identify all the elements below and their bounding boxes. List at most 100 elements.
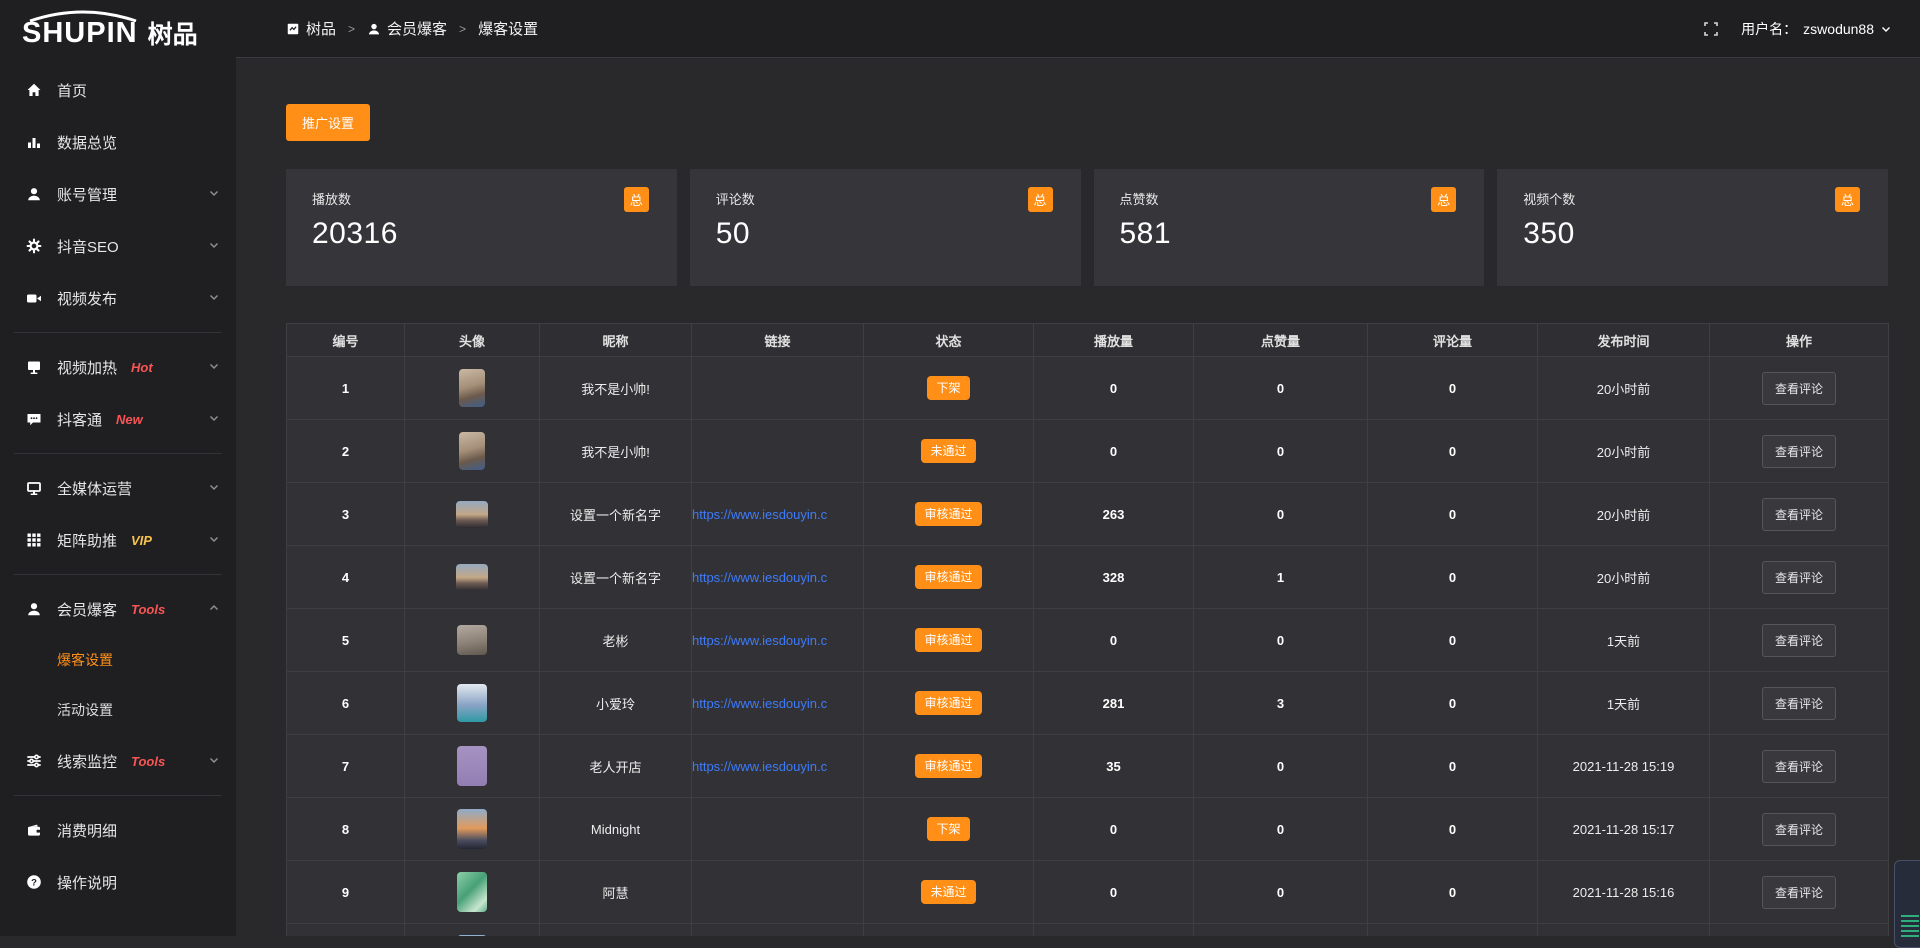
sidebar-item-video-heat[interactable]: 视频加热Hot	[0, 341, 236, 393]
sidebar-item-matrix-boost[interactable]: 矩阵助推VIP	[0, 514, 236, 566]
username-menu[interactable]: 用户名：zswodun88	[1741, 19, 1892, 39]
table-row: 3设置一个新名字https://www.iesdouyin.c审核通过26300…	[287, 483, 1889, 546]
nickname-cell: 老彬	[540, 609, 692, 672]
view-comments-button[interactable]: 查看评论	[1762, 498, 1836, 531]
sidebar-item-clue-monitor[interactable]: 线索监控Tools	[0, 735, 236, 787]
action-cell: 查看评论	[1710, 420, 1889, 483]
breadcrumb-user-icon	[367, 22, 381, 36]
avatar-cell	[405, 861, 540, 924]
sidebar-item-member-baoke[interactable]: 会员爆客Tools	[0, 583, 236, 635]
stat-value: 50	[716, 217, 1055, 251]
sidebar-item-data-overview[interactable]: 数据总览	[0, 116, 236, 168]
sidebar-item-consume-detail[interactable]: 消费明细	[0, 804, 236, 856]
link-cell	[692, 357, 864, 420]
status-badge: 审核通过	[915, 754, 981, 778]
question-icon: ?	[26, 874, 42, 890]
sidebar-item-douyin-seo[interactable]: 抖音SEO	[0, 220, 236, 272]
plays-cell: 0	[1034, 861, 1194, 924]
video-link[interactable]: https://www.iesdouyin.c	[692, 570, 827, 585]
row-id: 7	[287, 735, 405, 798]
status-cell: 审核通过	[864, 546, 1034, 609]
sidebar-item-douketong[interactable]: 抖客通 New	[0, 393, 236, 445]
link-cell: https://www.iesdouyin.c	[692, 672, 864, 735]
chevron-down-icon	[208, 533, 220, 545]
view-comments-button[interactable]: 查看评论	[1762, 750, 1836, 783]
likes-cell: 3	[1194, 672, 1368, 735]
floating-widget[interactable]	[1894, 860, 1920, 936]
status-cell: 下架	[864, 798, 1034, 861]
sidebar-item-label: 抖客通	[57, 409, 102, 430]
avatar-cell	[405, 420, 540, 483]
likes-cell: 0	[1194, 483, 1368, 546]
sidebar-item-all-media-operation[interactable]: 全媒体运营	[0, 462, 236, 514]
user-icon	[26, 186, 42, 202]
column-header: 发布时间	[1538, 324, 1710, 357]
sidebar-item-video-publish[interactable]: 视频发布	[0, 272, 236, 324]
promo-settings-button[interactable]: 推广设置	[286, 104, 370, 141]
total-badge: 总	[1028, 187, 1053, 212]
sidebar-subitem-label: 爆客设置	[57, 650, 113, 670]
sidebar-divider	[14, 332, 222, 333]
stat-label: 点赞数	[1120, 189, 1459, 208]
sidebar-item-tag: New	[116, 412, 143, 427]
sidebar-item-operation-guide[interactable]: ?操作说明	[0, 856, 236, 908]
sidebar-divider	[14, 453, 222, 454]
avatar	[457, 746, 487, 786]
table-row: 6小爱玲https://www.iesdouyin.c审核通过281301天前查…	[287, 672, 1889, 735]
view-comments-button[interactable]: 查看评论	[1762, 687, 1836, 720]
likes-cell: 0	[1194, 861, 1368, 924]
view-comments-button[interactable]: 查看评论	[1762, 813, 1836, 846]
status-badge: 审核通过	[915, 502, 981, 526]
sidebar-item-home[interactable]: 首页	[0, 64, 236, 116]
view-comments-button[interactable]: 查看评论	[1762, 561, 1836, 594]
video-link[interactable]: https://www.iesdouyin.c	[692, 696, 827, 711]
view-comments-button[interactable]: 查看评论	[1762, 435, 1836, 468]
table-row: 9阿慧未通过0002021-11-28 15:16查看评论	[287, 861, 1889, 924]
avatar-cell	[405, 735, 540, 798]
action-cell: 查看评论	[1710, 735, 1889, 798]
status-badge: 未通过	[921, 880, 975, 904]
plays-cell: 328	[1034, 546, 1194, 609]
column-header: 点赞量	[1194, 324, 1368, 357]
video-link[interactable]: https://www.iesdouyin.c	[692, 633, 827, 648]
avatar	[457, 872, 487, 912]
view-comments-button[interactable]: 查看评论	[1762, 372, 1836, 405]
brand-logo[interactable]: SHUPIN 树品	[0, 0, 236, 58]
sidebar-item-label: 视频加热	[57, 357, 117, 378]
home-crumb[interactable]: 树品	[286, 18, 336, 39]
sidebar-item-account-management[interactable]: 账号管理	[0, 168, 236, 220]
row-id: 5	[287, 609, 405, 672]
nickname-cell	[540, 924, 692, 937]
publish-time-cell: 20小时前	[1538, 357, 1710, 420]
video-link[interactable]: https://www.iesdouyin.c	[692, 507, 827, 522]
chevron-down-icon	[208, 187, 220, 199]
video-link[interactable]: https://www.iesdouyin.c	[692, 759, 827, 774]
column-header: 头像	[405, 324, 540, 357]
likes-cell: 0	[1194, 609, 1368, 672]
status-badge: 审核通过	[915, 691, 981, 715]
sidebar-item-label: 消费明细	[57, 820, 117, 841]
sidebar-subitem-baoke-settings[interactable]: 爆客设置	[0, 635, 236, 685]
view-comments-button[interactable]: 查看评论	[1762, 624, 1836, 657]
stat-label: 视频个数	[1523, 189, 1862, 208]
fullscreen-icon[interactable]	[1703, 21, 1719, 37]
app-root: SHUPIN 树品 首页数据总览账号管理抖音SEO视频发布视频加热Hot 抖客通 N…	[0, 0, 1920, 936]
row-id: 9	[287, 861, 405, 924]
action-cell: 查看评论	[1710, 609, 1889, 672]
publish-time-cell: 20小时前	[1538, 483, 1710, 546]
comments-cell: 0	[1368, 420, 1538, 483]
plays-cell: 0	[1034, 609, 1194, 672]
sidebar-nav: 首页数据总览账号管理抖音SEO视频发布视频加热Hot 抖客通 New 全媒体运营矩阵助…	[0, 58, 236, 908]
member-baoke-crumb[interactable]: 会员爆客	[367, 18, 447, 39]
widget-stripes-icon	[1901, 915, 1919, 936]
sidebar-item-tag: Tools	[131, 602, 165, 617]
view-comments-button[interactable]: 查看评论	[1762, 876, 1836, 909]
publish-time-cell: 2021-11-28 15:16	[1538, 861, 1710, 924]
comments-cell: 0	[1368, 483, 1538, 546]
sidebar-subitem-activity-settings[interactable]: 活动设置	[0, 685, 236, 735]
column-header: 编号	[287, 324, 405, 357]
videos-table: 编号头像昵称链接状态播放量点赞量评论量发布时间操作 1我不是小帅!下架00020…	[286, 323, 1889, 936]
screen-icon	[26, 359, 42, 375]
baoke-settings-crumb: 爆客设置	[478, 18, 538, 39]
username-label: 用户名：	[1741, 19, 1797, 39]
